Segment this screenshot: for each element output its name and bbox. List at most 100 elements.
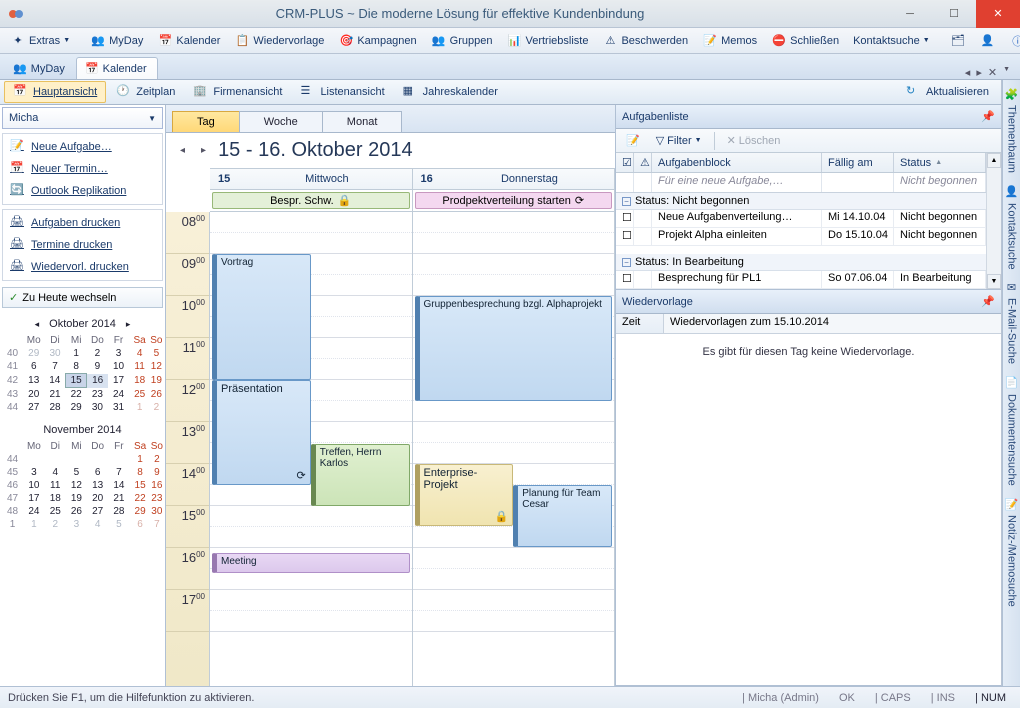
sidebar-outlook[interactable]: 🔄Outlook Replikation (5, 180, 160, 202)
sidebar-wiedervorl-drucken[interactable]: 🖨Wiedervorl. drucken (5, 256, 160, 278)
extra2-button[interactable]: 👤 (974, 31, 1002, 51)
user-dropdown[interactable]: Micha▼ (2, 107, 163, 129)
scroll-down-icon[interactable]: ▼ (987, 274, 1001, 289)
righttab-emailsuche[interactable]: ✉E-Mail-Suche (1005, 281, 1018, 364)
allday-event-2[interactable]: Prodpektverteilung starten⟳ (415, 192, 613, 209)
minical-day[interactable] (45, 453, 66, 466)
minical-day[interactable]: 26 (150, 388, 162, 402)
minical-day[interactable]: 28 (44, 401, 65, 414)
view-zeitplan[interactable]: 🕐Zeitplan (108, 82, 183, 102)
pin-icon[interactable]: 📌 (981, 110, 995, 123)
minical-day[interactable]: 22 (66, 388, 87, 402)
col-faellig[interactable]: Fällig am (822, 153, 894, 172)
minical-day[interactable]: 23 (87, 388, 108, 402)
event-vortrag[interactable]: Vortrag (212, 254, 311, 380)
minical-day[interactable]: 4 (129, 347, 150, 360)
day-column-2[interactable]: Gruppenbesprechung bzgl. Alphaprojekt En… (413, 212, 616, 686)
view-firmenansicht[interactable]: 🏢Firmenansicht (185, 82, 290, 102)
minical-day[interactable] (108, 453, 129, 466)
minical-day[interactable]: 9 (151, 466, 163, 479)
event-planung[interactable]: Planung für Team Cesar (513, 485, 612, 547)
kampagnen-button[interactable]: 🎯Kampagnen (332, 31, 422, 51)
tasks-delete-button[interactable]: ✕Löschen (721, 132, 787, 149)
pin-icon[interactable]: 📌 (981, 295, 995, 308)
tasks-new-button[interactable]: 📝 (620, 132, 646, 149)
minical-day[interactable]: 3 (23, 466, 45, 479)
scroll-up-icon[interactable]: ▲ (987, 153, 1001, 168)
sidebar-neuer-termin[interactable]: 📅Neuer Termin… (5, 158, 160, 180)
allday-event-1[interactable]: Bespr. Schw.🔒 (212, 192, 410, 209)
wiedervorlage-button[interactable]: 📋Wiedervorlage (228, 31, 330, 51)
view-jahreskalender[interactable]: ▦Jahreskalender (395, 82, 506, 102)
minical-day[interactable]: 7 (151, 518, 163, 531)
close-button[interactable]: ✕ (976, 0, 1020, 28)
beschwerden-button[interactable]: ⚠Beschwerden (596, 31, 694, 51)
tab-next-icon[interactable]: ▸ (976, 66, 982, 79)
minical-day[interactable]: 29 (66, 401, 87, 414)
minical-day[interactable]: 10 (108, 360, 129, 374)
minimize-button[interactable]: ─ (888, 0, 932, 28)
minical-day[interactable]: 17 (23, 492, 45, 505)
minical-day[interactable]: 12 (150, 360, 162, 374)
minical-day[interactable]: 11 (45, 479, 66, 492)
minical-day[interactable] (87, 453, 108, 466)
minical-day[interactable]: 11 (129, 360, 150, 374)
tab-myday[interactable]: 👥MyDay (4, 57, 76, 79)
minical-day[interactable]: 6 (23, 360, 44, 374)
group-nicht-begonnen[interactable]: −Status: Nicht begonnen (616, 193, 986, 210)
collapse-icon[interactable]: − (622, 197, 631, 206)
help-button[interactable]: ⓘ (1004, 31, 1020, 51)
sidebar-aufgaben-drucken[interactable]: 🖨Aufgaben drucken (5, 212, 160, 234)
minical-day[interactable]: 14 (108, 479, 129, 492)
minical-day[interactable]: 26 (66, 505, 87, 518)
day-header-1[interactable]: 15Mittwoch (210, 169, 413, 189)
minical-day[interactable]: 29 (129, 505, 150, 518)
minical-day[interactable]: 24 (108, 388, 129, 402)
event-enterprise[interactable]: Enterprise-Projekt🔒 (415, 464, 514, 526)
minical-day[interactable]: 22 (129, 492, 150, 505)
minical-day[interactable]: 30 (87, 401, 108, 414)
sidebar-neue-aufgabe[interactable]: 📝Neue Aufgabe… (5, 136, 160, 158)
minical-day[interactable]: 15 (129, 479, 150, 492)
minical-day[interactable]: 30 (44, 347, 65, 360)
minical-day[interactable]: 28 (108, 505, 129, 518)
caltab-woche[interactable]: Woche (239, 111, 323, 132)
minical-day[interactable]: 6 (129, 518, 150, 531)
tab-menu-icon[interactable]: ▼ (1003, 66, 1010, 79)
sidebar-termine-drucken[interactable]: 🖨Termine drucken (5, 234, 160, 256)
minical-day[interactable]: 27 (87, 505, 108, 518)
minical-day[interactable]: 9 (87, 360, 108, 374)
minical-day[interactable]: 20 (23, 388, 44, 402)
minical-day[interactable]: 20 (87, 492, 108, 505)
gruppen-button[interactable]: 👥Gruppen (425, 31, 499, 51)
minical-day[interactable]: 19 (66, 492, 87, 505)
minical-day[interactable]: 16 (151, 479, 163, 492)
tasks-filter-button[interactable]: ▽Filter▼ (650, 132, 708, 149)
cal-next-button[interactable]: ▸ (197, 145, 210, 156)
minical-day[interactable]: 5 (66, 466, 87, 479)
minical-day[interactable]: 14 (44, 374, 65, 388)
caltab-tag[interactable]: Tag (172, 111, 240, 132)
minical-day[interactable]: 4 (87, 518, 108, 531)
minical-day[interactable]: 31 (108, 401, 129, 414)
minical-day[interactable]: 1 (129, 453, 150, 466)
minical-day[interactable]: 18 (129, 374, 150, 388)
tab-close-icon[interactable]: ✕ (988, 66, 997, 79)
group-in-bearbeitung[interactable]: −Status: In Bearbeitung (616, 254, 986, 271)
event-treffen[interactable]: Treffen, Herrn Karlos (311, 444, 410, 506)
task-row[interactable]: ☐Projekt Alpha einleitenDo 15.10.04Nicht… (616, 228, 986, 246)
minical-day[interactable]: 7 (108, 466, 129, 479)
minical-day[interactable]: 1 (66, 347, 87, 360)
caltab-monat[interactable]: Monat (322, 111, 403, 132)
minical-day[interactable]: 6 (87, 466, 108, 479)
task-row[interactable]: ☐Besprechung für PL1So 07.06.04In Bearbe… (616, 271, 986, 289)
memos-button[interactable]: 📝Memos (696, 31, 763, 51)
minical-day[interactable]: 10 (23, 479, 45, 492)
minical-day[interactable]: 24 (23, 505, 45, 518)
extras-menu[interactable]: ✦Extras▼ (4, 31, 76, 51)
minical-day[interactable]: 2 (87, 347, 108, 360)
minical-day[interactable]: 5 (108, 518, 129, 531)
day-column-1[interactable]: Vortrag Präsentation⟳ Treffen, Herrn Kar… (210, 212, 413, 686)
minical-day[interactable] (23, 453, 45, 466)
tab-kalender[interactable]: 📅Kalender (76, 57, 158, 79)
